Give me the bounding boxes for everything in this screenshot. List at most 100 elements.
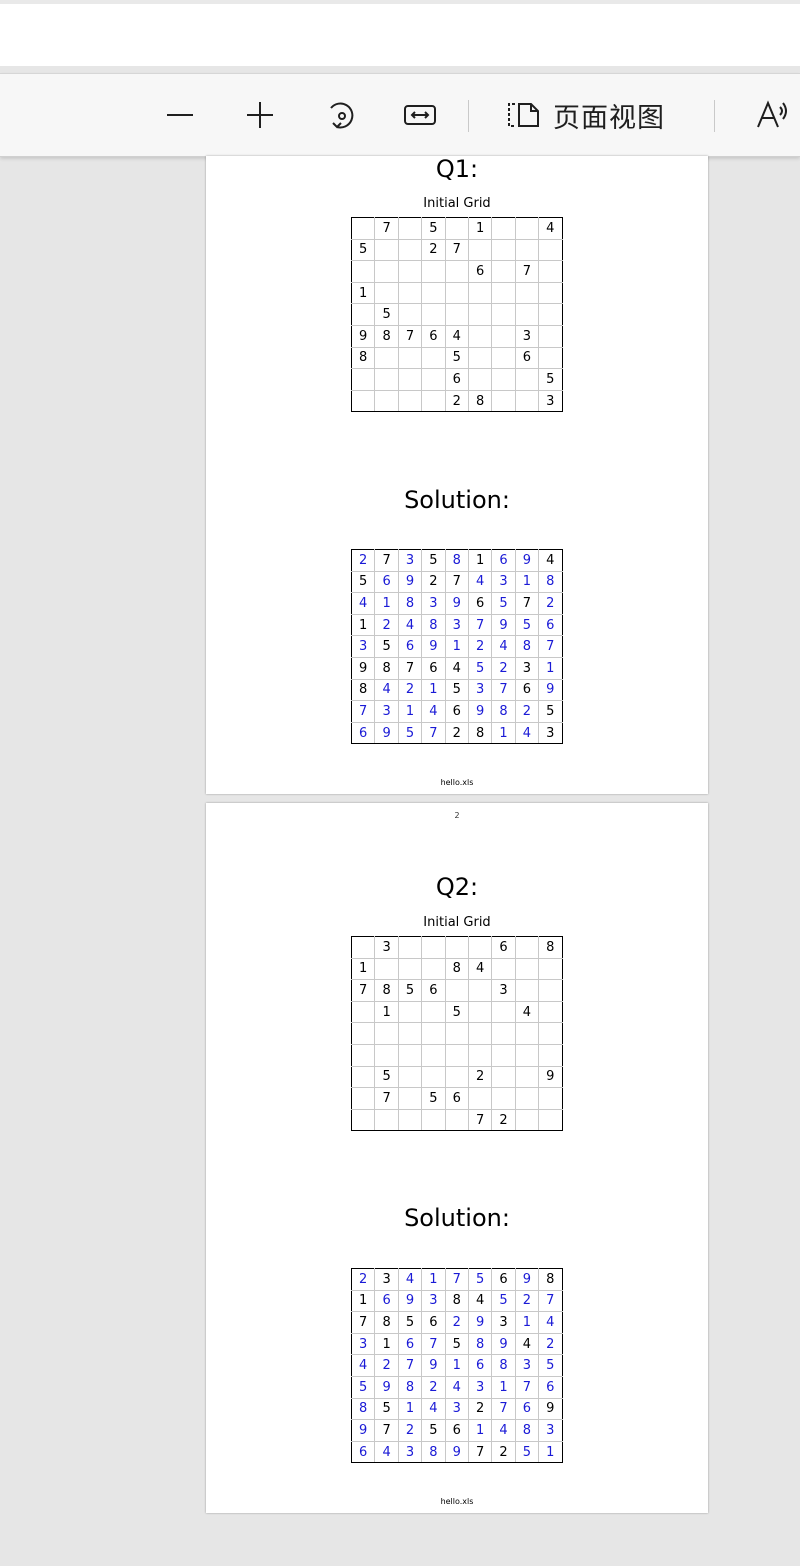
grid-cell: 2 [514, 700, 540, 723]
grid-cell [421, 260, 446, 283]
grid-cell [538, 303, 563, 326]
grid-cell: 8 [538, 1268, 563, 1291]
grid-cell: 7 [491, 1397, 516, 1421]
grid-cell: 7 [514, 592, 540, 615]
grid-cell: 9 [491, 1332, 516, 1356]
rotate-button[interactable] [320, 74, 360, 156]
grid-cell [397, 281, 423, 305]
grid-cell: 9 [397, 570, 423, 594]
grid-cell: 9 [350, 656, 376, 680]
grid-cell: 7 [444, 1268, 469, 1291]
grid-cell [350, 217, 376, 240]
grid-cell [421, 1000, 446, 1024]
grid-cell [491, 1043, 516, 1067]
grid-cell: 3 [514, 324, 540, 348]
grid-cell: 8 [350, 346, 376, 370]
grid-cell: 7 [444, 570, 469, 594]
grid-cell: 1 [491, 1375, 516, 1399]
grid-cell: 4 [444, 1375, 469, 1399]
fit-to-width-button[interactable] [400, 74, 440, 156]
zoom-in-button[interactable] [240, 74, 280, 156]
grid-cell [421, 368, 446, 391]
grid-row: 234175698 [350, 1268, 563, 1291]
grid-cell [514, 389, 540, 413]
grid-cell: 5 [374, 1065, 399, 1089]
grid-cell [514, 238, 540, 262]
grid-cell: 6 [350, 1440, 376, 1464]
grid-cell: 7 [444, 238, 469, 262]
grid-row: 418396572 [350, 592, 563, 615]
grid-cell: 2 [491, 656, 516, 680]
grid-cell [444, 217, 469, 240]
grid-cell [397, 346, 423, 370]
grid-row: 643897251 [350, 1440, 563, 1464]
grid-cell: 6 [421, 1311, 446, 1334]
grid-row: 695728143 [350, 721, 563, 745]
grid-cell: 6 [374, 570, 399, 594]
grid-row: 8 5 6 [350, 346, 563, 370]
grid-cell: 6 [538, 1375, 563, 1399]
grid-cell: 6 [538, 613, 563, 637]
grid-cell: 6 [444, 1087, 469, 1110]
grid-cell: 1 [374, 1000, 399, 1024]
grid-cell [491, 1065, 516, 1089]
grid-cell: 5 [421, 1419, 446, 1442]
grid-cell: 3 [350, 1332, 376, 1356]
grid-cell: 5 [467, 1268, 493, 1291]
grid-cell: 2 [397, 678, 423, 702]
grid-cell: 3 [397, 1440, 423, 1464]
page-view-button[interactable]: 页面视图 [505, 74, 685, 156]
grid-cell: 3 [538, 1419, 563, 1442]
grid-cell: 3 [514, 656, 540, 680]
grid-row: 356912487 [350, 635, 563, 658]
grid-cell: 3 [374, 936, 399, 959]
grid-cell [514, 368, 540, 391]
grid-row [350, 1043, 563, 1067]
grid-cell [491, 957, 516, 981]
grid-cell: 1 [350, 281, 376, 305]
grid-cell: 4 [374, 1440, 399, 1464]
pdf-toolbar: 页面视图 [0, 73, 800, 157]
question-title: Q2: [435, 873, 479, 901]
pdf-page-1: Q1: Initial Grid 75145276715987643856652… [206, 155, 708, 794]
grid-cell: 1 [421, 1268, 446, 1291]
grid-cell [467, 1087, 493, 1110]
grid-cell [421, 957, 446, 981]
grid-cell: 7 [397, 656, 423, 680]
grid-cell: 1 [350, 957, 376, 981]
read-aloud-button[interactable] [752, 74, 792, 156]
grid-cell [421, 1043, 446, 1067]
grid-cell: 2 [514, 1289, 540, 1313]
page-footer: hello.xls [440, 1497, 474, 1506]
grid-cell [350, 303, 376, 326]
grid-cell: 9 [514, 1268, 540, 1291]
grid-cell [350, 368, 376, 391]
grid-cell: 7 [397, 1354, 423, 1377]
browser-address-area [0, 4, 800, 66]
grid-cell [538, 324, 563, 348]
grid-cell: 8 [350, 1397, 376, 1421]
grid-cell [538, 281, 563, 305]
grid-cell: 3 [421, 592, 446, 615]
grid-cell [514, 1022, 540, 1045]
grid-cell: 3 [467, 1375, 493, 1399]
grid-cell [444, 1108, 469, 1132]
grid-cell: 4 [444, 656, 469, 680]
grid-cell: 6 [467, 1354, 493, 1377]
grid-cell: 4 [421, 1397, 446, 1421]
grid-cell: 2 [350, 1268, 376, 1291]
page-number: 2 [454, 811, 460, 820]
initial-grid-label: Initial Grid [423, 915, 491, 930]
grid-cell: 7 [421, 1332, 446, 1356]
grid-cell [538, 1087, 563, 1110]
grid-cell [397, 368, 423, 391]
grid-cell: 9 [421, 1354, 446, 1377]
grid-cell: 5 [467, 656, 493, 680]
grid-cell: 9 [444, 592, 469, 615]
grid-cell [491, 368, 516, 391]
zoom-out-button[interactable] [160, 74, 200, 156]
grid-cell: 1 [467, 549, 493, 572]
grid-cell: 3 [421, 1289, 446, 1313]
grid-row: 427916835 [350, 1354, 563, 1377]
grid-cell: 6 [444, 368, 469, 391]
